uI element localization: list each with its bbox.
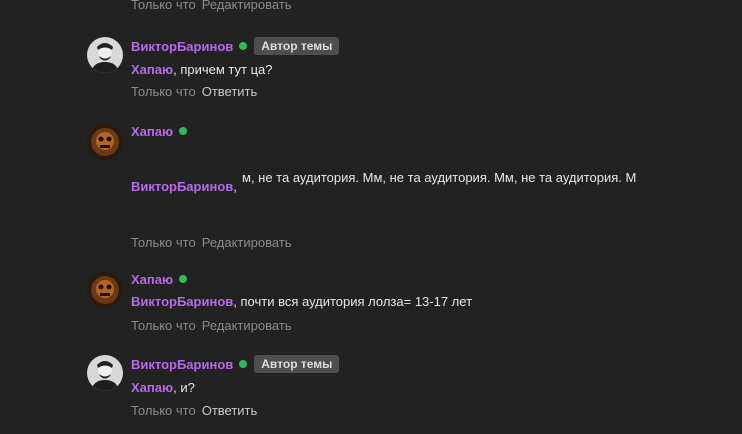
avatar-viktor[interactable] — [87, 37, 123, 73]
reply-link[interactable]: Ответить — [202, 403, 258, 418]
timestamp: Только что — [131, 403, 196, 418]
comment-4-body: Хапаю, и? — [131, 380, 195, 395]
comment-1-body: Хапаю, причем тут ца? — [131, 62, 272, 77]
author-name[interactable]: ВикторБаринов — [131, 39, 233, 54]
timestamp: Только что — [131, 0, 196, 12]
comment-1-header: ВикторБаринов Автор темы — [131, 37, 340, 55]
timestamp: Только что — [131, 318, 196, 333]
edit-link[interactable]: Редактировать — [202, 318, 292, 333]
top-comment-meta: Только что Редактировать — [131, 0, 292, 12]
reply-link[interactable]: Ответить — [202, 84, 258, 99]
comment-text: , причем тут ца? — [173, 62, 273, 77]
comment-3-meta: Только что Редактировать — [131, 318, 292, 333]
comment-4-meta: Только что Ответить — [131, 403, 257, 418]
comment-text: , почти вся аудитория лолза= 13-17 лет — [233, 294, 473, 309]
mention-link[interactable]: Хапаю — [131, 62, 173, 77]
topic-author-badge: Автор темы — [254, 355, 340, 373]
online-dot-icon — [239, 42, 248, 50]
comment-2-text: м, не та аудитория. Мм, не та аудитория.… — [242, 170, 637, 185]
online-dot-icon — [239, 360, 248, 368]
comment-3-header: Хапаю — [131, 272, 188, 287]
author-name[interactable]: Хапаю — [131, 272, 173, 287]
author-name[interactable]: Хапаю — [131, 124, 173, 139]
comment-3-body: ВикторБаринов, почти вся аудитория лолза… — [131, 294, 472, 309]
topic-author-badge: Автор темы — [254, 37, 340, 55]
comment-4-header: ВикторБаринов Автор темы — [131, 355, 340, 373]
timestamp: Только что — [131, 84, 196, 99]
author-name[interactable]: ВикторБаринов — [131, 357, 233, 372]
mention-link[interactable]: ВикторБаринов — [131, 179, 233, 194]
edit-link[interactable]: Редактировать — [202, 235, 292, 250]
comment-2-header: Хапаю — [131, 124, 188, 139]
comment-2-body: ВикторБаринов, — [131, 179, 237, 194]
online-dot-icon — [179, 275, 188, 283]
mention-link[interactable]: Хапаю — [131, 380, 173, 395]
comment-1-meta: Только что Ответить — [131, 84, 257, 99]
edit-link[interactable]: Редактировать — [202, 0, 292, 12]
timestamp: Только что — [131, 235, 196, 250]
avatar-hapayu[interactable] — [87, 272, 123, 308]
comment-2-meta: Только что Редактировать — [131, 235, 292, 250]
mention-link[interactable]: ВикторБаринов — [131, 294, 233, 309]
avatar-hapayu[interactable] — [87, 124, 123, 160]
comment-text: , и? — [173, 380, 195, 395]
avatar-viktor[interactable] — [87, 355, 123, 391]
online-dot-icon — [179, 127, 188, 135]
